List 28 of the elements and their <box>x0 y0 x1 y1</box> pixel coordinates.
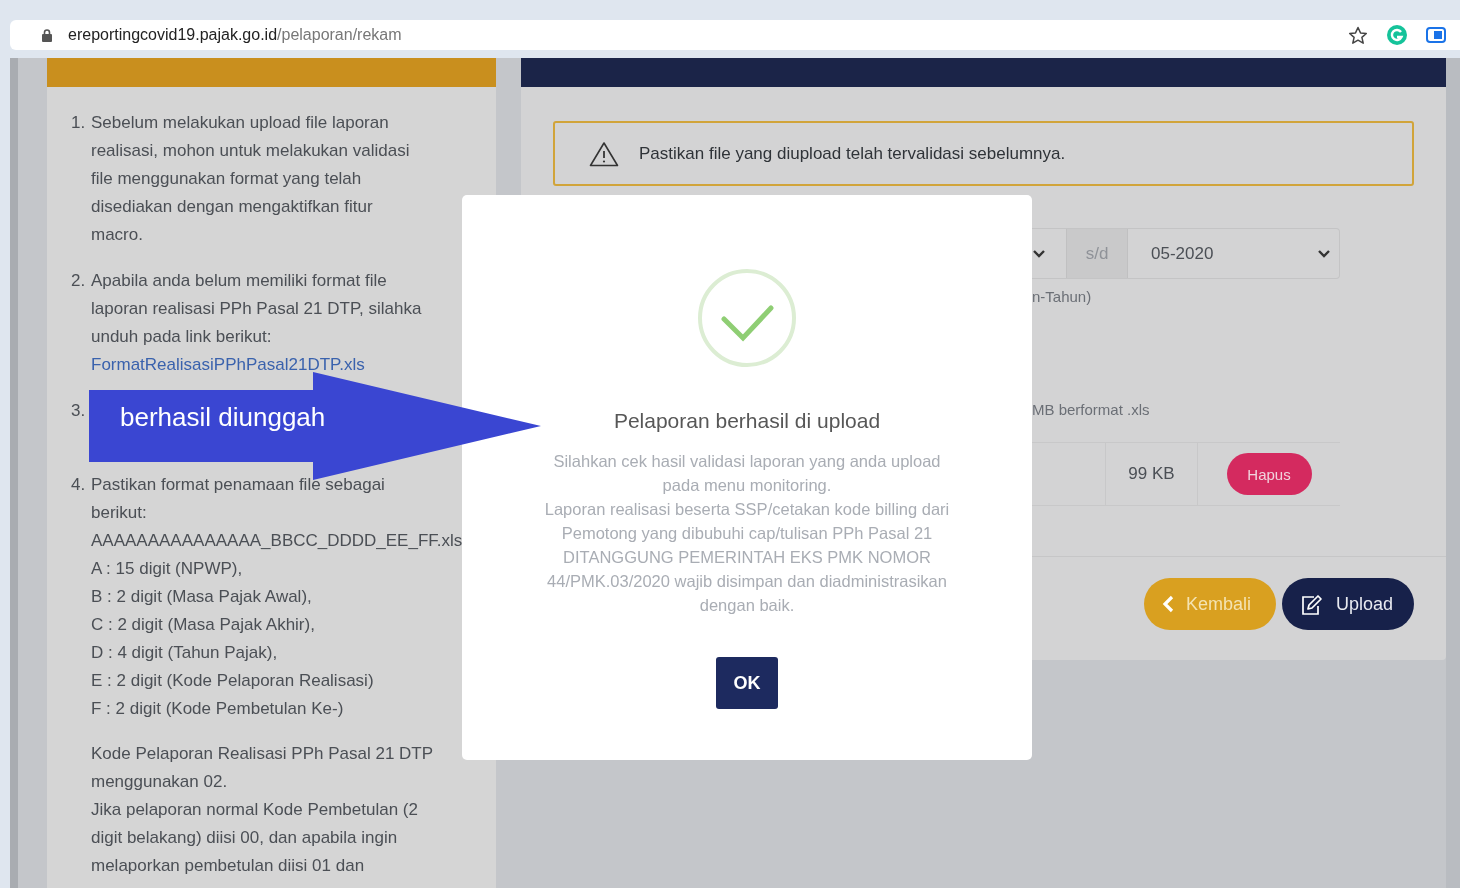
url-text: ereportingcovid19.pajak.go.id/pelaporan/rekam <box>68 26 402 44</box>
field-hint: n-Tahun) <box>1032 288 1092 305</box>
lock-icon <box>42 28 52 42</box>
ok-button[interactable]: OK <box>716 657 778 709</box>
address-bar[interactable]: ereportingcovid19.pajak.go.id/pelaporan/rekam <box>10 20 1460 50</box>
table-cell: 99 KB <box>1106 443 1198 505</box>
list-number: 2. <box>71 270 87 292</box>
list-number: 3. <box>71 400 87 422</box>
instruction-text: Apabila anda belum memiliki format file laporan realisasi PPh Pasal 21 DTP, silahka unduh pada link berikut: <box>91 270 422 348</box>
chevron-left-icon <box>1162 595 1174 613</box>
check-circle-icon <box>697 268 797 368</box>
instruction-text: Kode Pelaporan Realisasi PPh Pasal 21 DTP menggunakan 02. Jika pelaporan normal Kode Pembetulan (2 digit belakang) diisi 00, dan apabila ingin melaporkan pembetulan diisi 01 dan <box>90 743 435 877</box>
warning-icon <box>589 140 619 167</box>
star-icon[interactable] <box>1348 25 1368 45</box>
edit-icon <box>1300 593 1324 615</box>
dialog-title: Pelaporan berhasil di upload <box>613 409 881 433</box>
list-number: 4. <box>71 474 87 496</box>
file-hint: MB berformat .xls <box>1032 401 1150 418</box>
delete-button[interactable]: Hapus <box>1226 453 1312 495</box>
callout-label: berhasil diunggah <box>120 402 326 433</box>
extension-icon[interactable] <box>1426 27 1446 43</box>
list-number: 1. <box>71 112 87 134</box>
alert-text: Pastikan file yang diupload telah tervalidasi sebelumnya. <box>639 143 1066 164</box>
upload-button[interactable]: Upload <box>1282 578 1414 630</box>
download-link[interactable]: FormatRealisasiPPhPasal21DTP.xls <box>91 351 365 379</box>
dialog-message: Silahkan cek hasil validasi laporan yang anda upload pada menu monitoring. Laporan realisasi beserta SSP/cetakan kode billing dari Pemotong yang dibubuhi cap/tulisan PPh Pasal 21 DITANGGUNG PEMERINTAH EKS PMK NOMOR 44/PMK.03/2020 wajib disimpan dan diadministrasikan dengan baik. <box>544 451 950 616</box>
instruction-text: Pastikan format penamaan file sebagai berikut: AAAAAAAAAAAAAAA_BBCC_DDDD_EE_FF.xls A : 15 digit (NPWP), B : 2 digit (Masa Pajak Awal), C : 2 digit (Masa Pajak Akhir), D : 4 digit (Tahun Pajak), E : 2 digit (Kode Pelaporan Realisasi) F : 2 digit (Kode Pembetulan Ke-) <box>91 474 463 720</box>
instruction-text: Sebelum melakukan upload file laporan realisasi, mohon untuk melakukan validasi file menggunakan format yang telah disediakan dengan mengaktifkan fitur macro. <box>91 112 410 246</box>
